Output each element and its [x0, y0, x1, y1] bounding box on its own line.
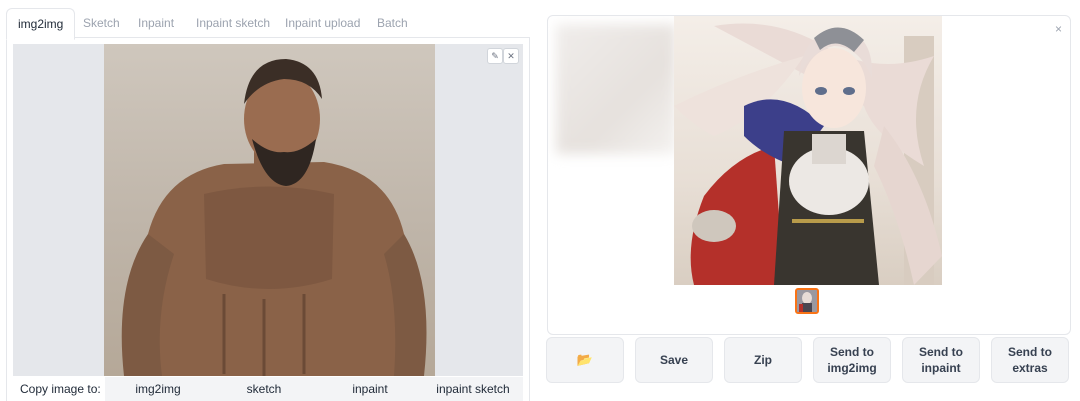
copy-to-sketch-button[interactable]: sketch — [211, 377, 317, 401]
save-label: Save — [659, 353, 689, 367]
send-to-extras-label: Send to extras — [1008, 345, 1052, 375]
send-to-img2img-label: Send to img2img — [827, 345, 877, 375]
tab-inpaint[interactable]: Inpaint — [138, 8, 174, 38]
send-to-img2img-button[interactable]: Send to img2img — [813, 337, 891, 383]
copy-to-inpaint-sketch-button[interactable]: inpaint sketch — [423, 377, 523, 401]
tab-content: ✎ ✕ Copy image to: img2img sketch inpain… — [6, 37, 530, 401]
tab-sketch[interactable]: Sketch — [83, 8, 120, 38]
send-to-inpaint-label: Send to inpaint — [919, 345, 963, 375]
output-panel: × 📂 Save Zip Send to img2img Send to inp… — [541, 9, 1075, 400]
clear-image-icon[interactable]: ✕ — [503, 48, 519, 64]
input-image-area[interactable]: ✎ ✕ — [13, 44, 523, 376]
send-to-inpaint-button[interactable]: Send to inpaint — [902, 337, 980, 383]
anime-knight-illustration — [674, 23, 942, 285]
man-photo-illustration — [121, 59, 427, 376]
zip-button[interactable]: Zip — [724, 337, 802, 383]
copy-to-inpaint-button[interactable]: inpaint — [317, 377, 423, 401]
tab-inpaint-sketch[interactable]: Inpaint sketch — [196, 8, 270, 38]
output-actions: 📂 Save Zip Send to img2img Send to inpaint… — [546, 337, 1072, 385]
blurred-preview — [556, 24, 676, 154]
copy-to-img2img-button[interactable]: img2img — [105, 377, 211, 401]
open-folder-button[interactable]: 📂 — [546, 337, 624, 383]
edit-icon[interactable]: ✎ — [487, 48, 503, 64]
copy-image-label: Copy image to: — [20, 382, 101, 396]
output-image[interactable] — [674, 16, 942, 285]
close-gallery-icon[interactable]: × — [1055, 22, 1062, 36]
output-gallery: × — [547, 15, 1071, 335]
gallery-thumbnail[interactable] — [795, 288, 819, 314]
send-to-extras-button[interactable]: Send to extras — [991, 337, 1069, 383]
thumbnail-image — [797, 290, 817, 312]
copy-image-row: Copy image to: img2img sketch inpaint in… — [13, 377, 523, 401]
save-button[interactable]: Save — [635, 337, 713, 383]
img2img-panel: img2img Sketch Inpaint Inpaint sketch In… — [6, 8, 530, 401]
tab-img2img[interactable]: img2img — [6, 8, 76, 40]
input-image — [104, 44, 435, 376]
tab-bar: img2img Sketch Inpaint Inpaint sketch In… — [6, 8, 530, 40]
folder-icon: 📂 — [576, 352, 594, 367]
tab-batch[interactable]: Batch — [377, 8, 408, 38]
zip-label: Zip — [754, 353, 772, 367]
tab-inpaint-upload[interactable]: Inpaint upload — [285, 8, 360, 38]
